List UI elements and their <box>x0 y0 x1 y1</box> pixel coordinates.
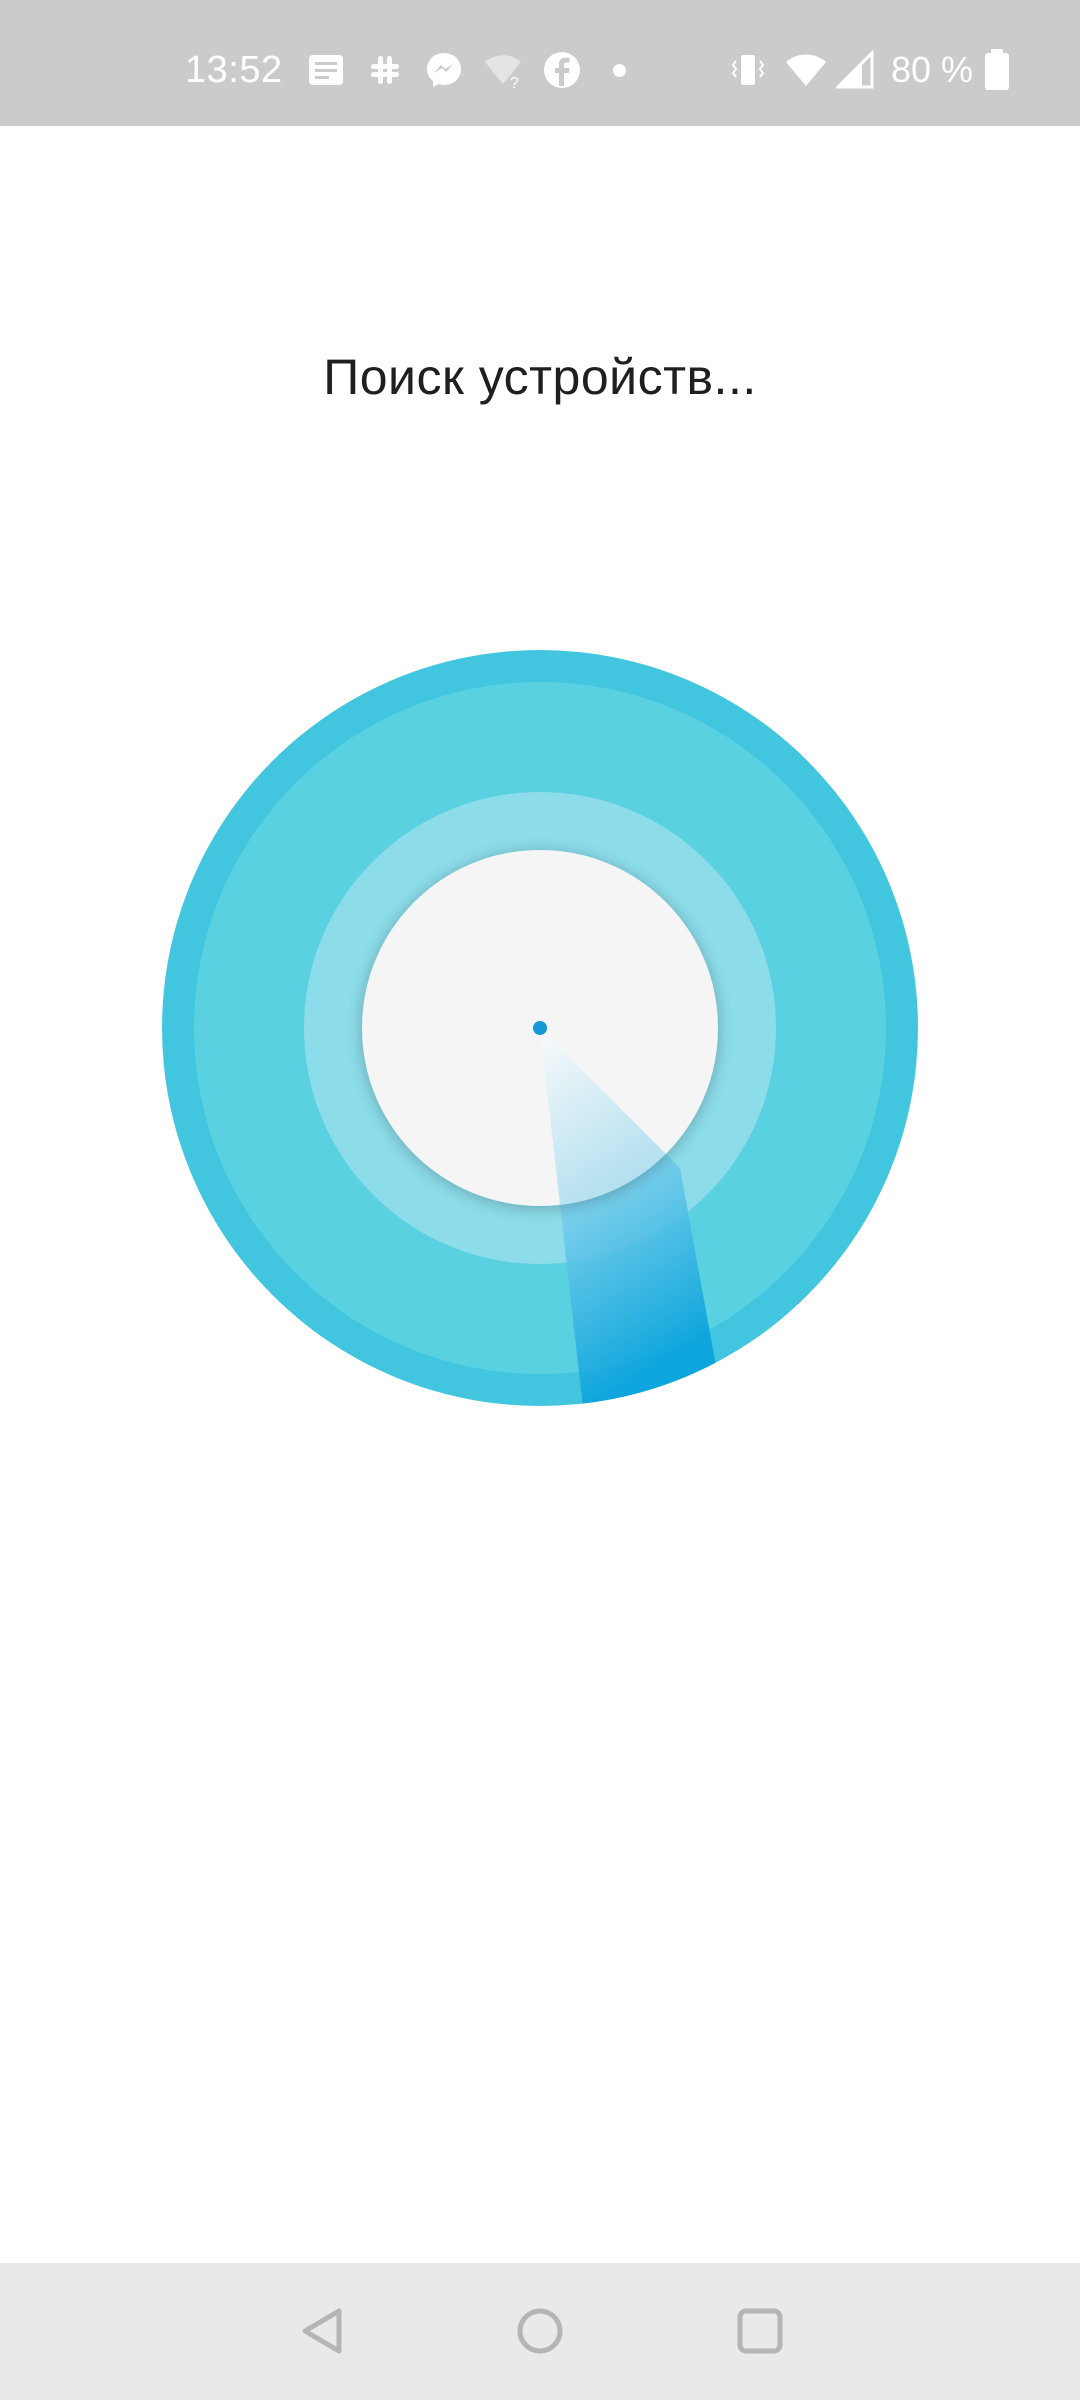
status-bar: 13:52 ? 80 % <box>0 0 1080 126</box>
status-time: 13:52 <box>185 49 283 91</box>
back-icon <box>302 2308 342 2354</box>
radar-center-dot <box>533 1021 547 1035</box>
home-icon <box>517 2308 563 2354</box>
radar-graphic <box>162 650 918 1406</box>
signal-icon <box>834 49 876 90</box>
back-button[interactable] <box>287 2296 357 2366</box>
radar-scanner <box>160 648 920 1408</box>
recents-button[interactable] <box>725 2296 795 2366</box>
wifi-question-icon: ? <box>483 50 523 92</box>
vibrate-icon <box>728 50 768 90</box>
home-button[interactable] <box>505 2296 575 2366</box>
battery-icon <box>982 48 1022 90</box>
svg-text:?: ? <box>510 75 519 90</box>
page-title: Поиск устройств... <box>323 349 757 405</box>
wifi-icon <box>784 50 826 90</box>
recents-icon <box>737 2308 783 2354</box>
facebook-icon <box>542 50 582 90</box>
slack-icon <box>365 50 405 90</box>
message-icon <box>306 50 346 90</box>
battery-percent: 80 % <box>891 49 974 90</box>
messenger-icon <box>424 50 464 90</box>
more-dot-icon <box>613 64 626 77</box>
